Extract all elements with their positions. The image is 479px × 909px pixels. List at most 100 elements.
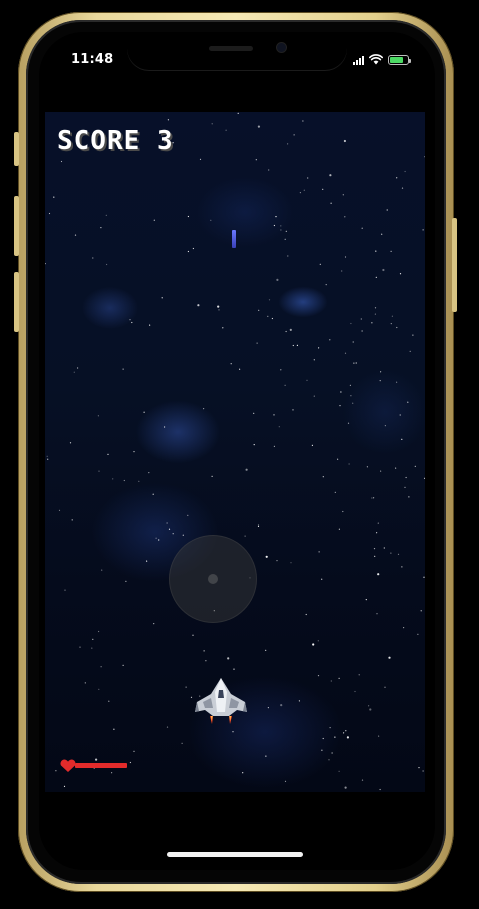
star — [168, 528, 171, 530]
star — [422, 229, 424, 231]
star — [91, 647, 93, 649]
star — [347, 422, 350, 424]
star — [404, 170, 406, 173]
status-icons — [353, 53, 411, 65]
star — [306, 379, 308, 381]
star — [199, 158, 202, 160]
star — [284, 238, 286, 240]
star — [79, 646, 81, 648]
star — [360, 318, 362, 320]
star — [388, 656, 391, 659]
star — [342, 194, 344, 196]
star — [401, 187, 404, 189]
star — [187, 514, 189, 516]
star — [377, 522, 379, 524]
star — [299, 192, 301, 194]
star — [222, 327, 224, 329]
home-indicator[interactable] — [167, 852, 303, 857]
star — [350, 395, 352, 397]
star — [98, 470, 100, 472]
star — [298, 700, 300, 702]
star — [341, 270, 343, 272]
star — [122, 368, 124, 370]
star — [342, 510, 344, 513]
star — [232, 731, 234, 733]
star — [47, 458, 49, 460]
star — [53, 196, 55, 198]
star — [380, 470, 382, 472]
star — [399, 273, 402, 275]
star — [205, 660, 207, 662]
star — [381, 233, 383, 235]
star — [253, 412, 255, 414]
star — [321, 749, 323, 751]
star — [276, 560, 278, 562]
score-value: 3 — [156, 126, 174, 156]
star — [313, 395, 315, 397]
star — [355, 362, 357, 364]
star — [292, 344, 294, 347]
star — [334, 736, 336, 738]
star — [361, 227, 363, 229]
star — [280, 225, 282, 227]
star — [287, 255, 289, 257]
star — [218, 309, 220, 311]
star — [98, 688, 100, 691]
star — [344, 256, 347, 258]
star — [148, 472, 150, 474]
star — [344, 352, 347, 354]
star — [371, 322, 373, 324]
star — [369, 708, 372, 711]
phone-screen: 11:48 SCORE 3 — [39, 32, 435, 870]
star — [396, 381, 398, 383]
star — [111, 772, 113, 774]
star — [131, 321, 133, 324]
star — [322, 476, 324, 478]
star — [64, 589, 66, 591]
star — [346, 736, 349, 739]
star — [123, 479, 125, 482]
star — [317, 675, 320, 677]
star — [107, 453, 109, 455]
star — [55, 770, 57, 772]
star — [386, 209, 388, 211]
star — [237, 112, 239, 114]
star — [245, 468, 248, 471]
star — [273, 445, 275, 447]
star — [100, 666, 102, 668]
star — [276, 278, 279, 281]
star — [255, 159, 257, 161]
star — [349, 384, 351, 386]
star — [265, 649, 267, 652]
star — [181, 742, 183, 744]
star — [404, 486, 406, 488]
star — [302, 120, 304, 122]
star — [361, 779, 364, 781]
star — [401, 566, 403, 568]
star — [153, 623, 155, 625]
star — [338, 770, 340, 772]
star — [312, 643, 315, 646]
star — [330, 680, 332, 682]
star — [258, 309, 260, 311]
star — [172, 533, 174, 535]
star — [203, 408, 205, 410]
star — [158, 539, 160, 541]
virtual-joystick[interactable] — [169, 535, 257, 623]
star — [233, 668, 235, 670]
star — [100, 227, 102, 229]
star — [328, 759, 330, 761]
star — [382, 268, 385, 272]
star — [305, 613, 307, 616]
star — [380, 371, 382, 373]
game-view[interactable]: SCORE 3 — [45, 112, 425, 792]
star — [268, 169, 270, 171]
star — [273, 414, 275, 416]
star — [307, 177, 309, 179]
health-bar — [75, 763, 127, 768]
joystick-knob[interactable] — [208, 574, 218, 584]
star — [211, 123, 213, 125]
star — [354, 690, 356, 693]
star — [133, 451, 135, 453]
star — [303, 189, 305, 191]
